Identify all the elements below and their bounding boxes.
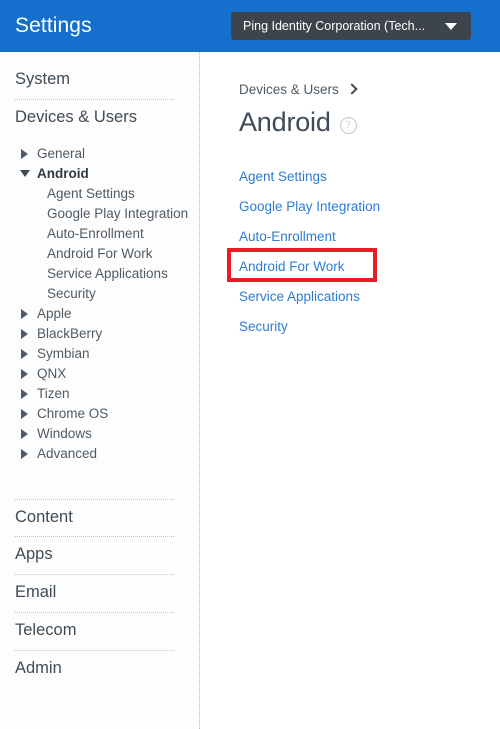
sidebar-item-email[interactable]: Email <box>15 575 199 612</box>
content-page-title: Android <box>239 107 331 137</box>
link-security[interactable]: Security <box>239 312 500 342</box>
sidebar-item-blackberry-label: BlackBerry <box>37 326 103 342</box>
sidebar-section-admin: Admin <box>0 651 199 688</box>
sidebar-item-system[interactable]: System <box>15 62 199 99</box>
sidebar-item-android-for-work[interactable]: Android For Work <box>15 244 199 264</box>
sidebar-item-security-label: Security <box>47 286 96 302</box>
sidebar-item-android-for-work-label: Android For Work <box>47 246 153 262</box>
sidebar-item-auto-enrollment-label: Auto-Enrollment <box>47 226 144 242</box>
main-content: Devices & Users Android ? Agent Settings… <box>201 52 500 729</box>
sidebar-item-windows-label: Windows <box>37 426 92 442</box>
sidebar-item-apple[interactable]: Apple <box>15 304 199 324</box>
android-settings-link-list: Agent Settings Google Play Integration A… <box>227 162 500 342</box>
sidebar-item-blackberry[interactable]: BlackBerry <box>15 324 199 344</box>
sidebar-item-apple-label: Apple <box>37 306 72 322</box>
sidebar-item-google-play-integration-label: Google Play Integration <box>47 206 189 222</box>
sidebar-item-chrome-os-label: Chrome OS <box>37 406 109 422</box>
highlight-box <box>227 248 377 282</box>
sidebar-section-apps: Apps <box>0 537 199 574</box>
triangle-right-icon[interactable] <box>21 388 28 399</box>
sidebar-item-tizen[interactable]: Tizen <box>15 384 199 404</box>
page-title: Settings <box>15 14 92 37</box>
sidebar-section-devices-users: Devices & Users General Android Agent Se… <box>0 100 199 473</box>
chevron-down-icon <box>445 22 457 30</box>
sidebar-item-security[interactable]: Security <box>15 284 199 304</box>
sidebar-section-content: Content <box>0 500 199 537</box>
sidebar-item-service-applications-label: Service Applications <box>47 266 168 282</box>
organization-selector-label: Ping Identity Corporation (Tech... <box>243 19 426 33</box>
link-auto-enrollment[interactable]: Auto-Enrollment <box>239 222 500 252</box>
triangle-right-icon[interactable] <box>21 408 28 419</box>
sidebar-item-symbian[interactable]: Symbian <box>15 344 199 364</box>
sidebar-item-devices-users[interactable]: Devices & Users <box>15 100 199 137</box>
sidebar-item-service-applications[interactable]: Service Applications <box>15 264 199 284</box>
sidebar-item-symbian-label: Symbian <box>37 346 90 362</box>
sidebar-android-children: Agent Settings Google Play Integration A… <box>15 184 199 304</box>
sidebar-section-system: System <box>0 62 199 99</box>
breadcrumb: Devices & Users <box>239 80 500 98</box>
sidebar-device-tree: General Android Agent Settings Google Pl… <box>15 137 199 473</box>
sidebar-section-email: Email <box>0 575 199 612</box>
sidebar-item-android[interactable]: Android <box>15 164 199 184</box>
sidebar-item-android-label: Android <box>37 166 89 182</box>
triangle-right-icon[interactable] <box>21 368 28 379</box>
triangle-right-icon[interactable] <box>21 148 28 159</box>
sidebar-item-advanced[interactable]: Advanced <box>15 444 199 464</box>
link-google-play-integration[interactable]: Google Play Integration <box>239 192 500 222</box>
sidebar-item-apps[interactable]: Apps <box>15 537 199 574</box>
breadcrumb-devices-users[interactable]: Devices & Users <box>239 82 339 97</box>
app-header: Settings Ping Identity Corporation (Tech… <box>0 0 500 52</box>
page-heading-row: Android ? <box>239 107 500 138</box>
link-agent-settings[interactable]: Agent Settings <box>239 162 500 192</box>
triangle-right-icon[interactable] <box>21 308 28 319</box>
sidebar-item-chrome-os[interactable]: Chrome OS <box>15 404 199 424</box>
sidebar-item-telecom[interactable]: Telecom <box>15 613 199 650</box>
link-service-applications[interactable]: Service Applications <box>239 282 500 312</box>
sidebar-item-content[interactable]: Content <box>15 500 199 537</box>
organization-selector[interactable]: Ping Identity Corporation (Tech... <box>231 12 471 40</box>
triangle-right-icon[interactable] <box>21 448 28 459</box>
triangle-right-icon[interactable] <box>21 328 28 339</box>
chevron-right-icon <box>346 83 358 95</box>
sidebar-item-agent-settings[interactable]: Agent Settings <box>15 184 199 204</box>
link-android-for-work[interactable]: Android For Work <box>227 248 500 282</box>
sidebar-item-general[interactable]: General <box>15 144 199 164</box>
sidebar-item-tizen-label: Tizen <box>37 386 70 402</box>
triangle-right-icon[interactable] <box>21 348 28 359</box>
sidebar-item-windows[interactable]: Windows <box>15 424 199 444</box>
settings-app-window: Settings Ping Identity Corporation (Tech… <box>0 0 500 729</box>
sidebar-item-agent-settings-label: Agent Settings <box>47 186 135 202</box>
triangle-down-icon[interactable] <box>20 170 30 178</box>
triangle-right-icon[interactable] <box>21 428 28 439</box>
sidebar-item-advanced-label: Advanced <box>37 446 98 462</box>
sidebar-item-qnx[interactable]: QNX <box>15 364 199 384</box>
sidebar-item-auto-enrollment[interactable]: Auto-Enrollment <box>15 224 199 244</box>
sidebar-section-telecom: Telecom <box>0 613 199 650</box>
sidebar-nav: System Devices & Users General Android A… <box>0 52 200 729</box>
question-mark-circle-icon[interactable]: ? <box>339 117 357 134</box>
sidebar-item-admin[interactable]: Admin <box>15 651 199 688</box>
sidebar-item-general-label: General <box>37 146 86 162</box>
sidebar-item-google-play-integration[interactable]: Google Play Integration <box>15 204 199 224</box>
sidebar-item-qnx-label: QNX <box>37 366 67 382</box>
